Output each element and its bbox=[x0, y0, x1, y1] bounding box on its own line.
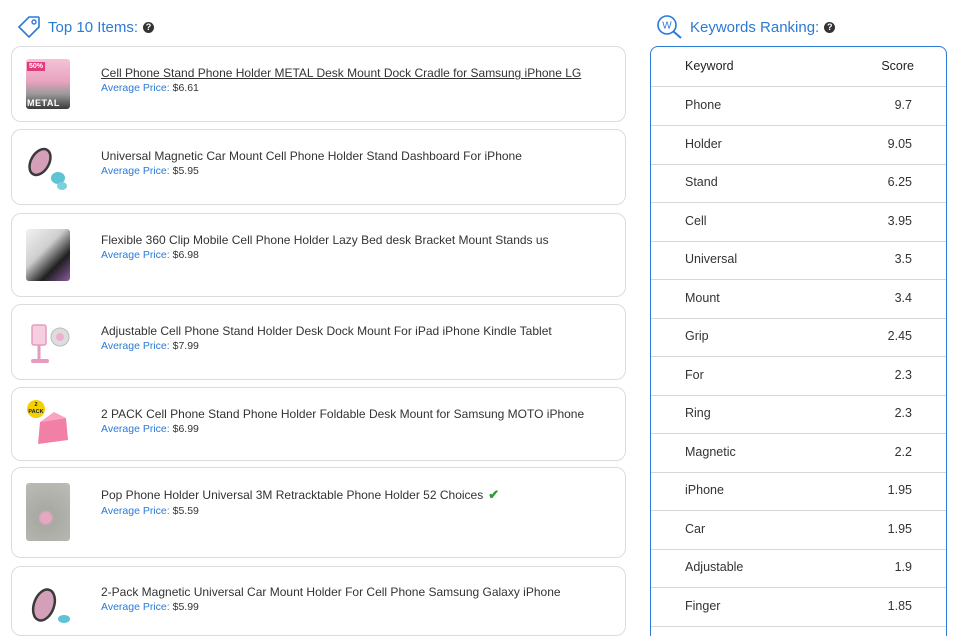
score-cell: 2.45 bbox=[887, 329, 912, 344]
tag-icon bbox=[17, 16, 40, 39]
item-thumbnail[interactable] bbox=[26, 579, 70, 623]
item-thumbnail[interactable] bbox=[26, 483, 70, 541]
table-row: Magnetic 2.2 bbox=[651, 433, 946, 473]
keywords-table: Keyword Score Phone 9.7 Holder 9.05 Stand 6… bbox=[650, 46, 947, 636]
keywords-ranking-title-text: Keywords Ranking: bbox=[690, 18, 820, 36]
keyword-cell: Holder bbox=[685, 137, 722, 152]
score-cell: 1.95 bbox=[887, 522, 912, 537]
keyword-cell: For bbox=[685, 368, 704, 383]
thumbnail-caption: METAL bbox=[27, 98, 60, 108]
keyword-cell: Mount bbox=[685, 291, 720, 306]
item-card[interactable]: 2-Pack Magnetic Universal Car Mount Hold… bbox=[11, 566, 626, 636]
table-row: iPhone 1.95 bbox=[651, 471, 946, 511]
price-value: $6.99 bbox=[172, 423, 199, 435]
item-thumbnail[interactable]: 50% METAL bbox=[26, 59, 70, 109]
item-card[interactable]: Flexible 360 Clip Mobile Cell Phone Hold… bbox=[11, 213, 626, 297]
table-row: Phone 9.7 bbox=[651, 86, 946, 126]
score-cell: 9.7 bbox=[894, 98, 912, 113]
price-value: $5.59 bbox=[172, 505, 199, 517]
score-cell: 3.5 bbox=[894, 252, 912, 267]
score-cell: 3.4 bbox=[894, 291, 912, 306]
score-cell: 3.95 bbox=[887, 214, 912, 229]
table-row: For 2.3 bbox=[651, 356, 946, 396]
table-row: Finger 1.85 bbox=[651, 587, 946, 627]
item-title[interactable]: Universal Magnetic Car Mount Cell Phone … bbox=[101, 149, 615, 163]
price-label: Average Price: bbox=[101, 423, 170, 435]
item-title-link[interactable]: Cell Phone Stand Phone Holder METAL Desk… bbox=[101, 66, 615, 80]
price-value: $7.99 bbox=[172, 340, 199, 352]
keyword-cell: Universal bbox=[685, 252, 738, 267]
help-icon[interactable]: ? bbox=[143, 21, 155, 33]
table-row: Car 1.95 bbox=[651, 510, 946, 550]
top-items-title-text: Top 10 Items: bbox=[48, 18, 139, 36]
price-value: $6.98 bbox=[172, 249, 199, 261]
item-thumbnail[interactable] bbox=[26, 140, 70, 194]
price-value: $5.99 bbox=[172, 601, 199, 613]
item-title[interactable]: Adjustable Cell Phone Stand Holder Desk … bbox=[101, 324, 615, 338]
table-row: Universal 3.5 bbox=[651, 240, 946, 280]
keyword-cell: Grip bbox=[685, 329, 709, 344]
keyword-cell: Finger bbox=[685, 599, 721, 614]
keyword-cell: Phone bbox=[685, 98, 722, 113]
item-card[interactable]: Universal Magnetic Car Mount Cell Phone … bbox=[11, 129, 626, 205]
price-label: Average Price: bbox=[101, 601, 170, 613]
table-row: Mount 3.4 bbox=[651, 279, 946, 319]
table-row: Ring 2.3 bbox=[651, 394, 946, 434]
price-label: Average Price: bbox=[101, 82, 170, 94]
keyword-cell: Stand bbox=[685, 175, 718, 190]
item-title[interactable]: Flexible 360 Clip Mobile Cell Phone Hold… bbox=[101, 233, 615, 247]
keyword-cell: Car bbox=[685, 522, 706, 537]
keyword-cell: Cell bbox=[685, 214, 707, 229]
price-value: $6.61 bbox=[172, 82, 199, 94]
item-card[interactable]: Pop Phone Holder Universal 3M Retracktab… bbox=[11, 467, 626, 558]
keywords-ranking-title: W Keywords Ranking: ? bbox=[656, 14, 836, 40]
discount-badge: 50% bbox=[27, 62, 46, 71]
table-row: Grip 2.45 bbox=[651, 317, 946, 357]
score-cell: 2.2 bbox=[894, 445, 912, 460]
score-cell: 2.3 bbox=[894, 368, 912, 383]
item-card[interactable]: 2 PACK 2 PACK Cell Phone Stand Phone Hol… bbox=[11, 387, 626, 461]
item-title[interactable]: Pop Phone Holder Universal 3M Retracktab… bbox=[101, 488, 483, 502]
table-row: Stand 6.25 bbox=[651, 163, 946, 203]
column-header-score[interactable]: Score bbox=[881, 59, 914, 73]
keyword-cell: Ring bbox=[685, 406, 711, 421]
keyword-cell: Adjustable bbox=[685, 560, 744, 575]
keyword-icon-letter: W bbox=[662, 21, 672, 32]
item-card[interactable]: 50% METAL Cell Phone Stand Phone Holder … bbox=[11, 46, 626, 122]
keyword-cell: Magnetic bbox=[685, 445, 736, 460]
price-label: Average Price: bbox=[101, 340, 170, 352]
table-row: Cell 3.95 bbox=[651, 202, 946, 242]
item-thumbnail[interactable] bbox=[26, 315, 70, 369]
item-thumbnail[interactable] bbox=[26, 229, 70, 281]
check-icon: ✔ bbox=[488, 487, 500, 502]
top-items-title: Top 10 Items: ? bbox=[16, 14, 155, 40]
help-icon[interactable]: ? bbox=[824, 21, 836, 33]
pack-badge: 2 PACK bbox=[28, 402, 44, 415]
keyword-search-icon: W bbox=[657, 15, 682, 39]
table-row: Adjustable 1.9 bbox=[651, 548, 946, 588]
keyword-cell: iPhone bbox=[685, 483, 724, 498]
table-row: Holder 9.05 bbox=[651, 125, 946, 165]
price-label: Average Price: bbox=[101, 505, 170, 517]
price-label: Average Price: bbox=[101, 249, 170, 261]
score-cell: 1.9 bbox=[894, 560, 912, 575]
keywords-table-header: Keyword Score bbox=[651, 47, 946, 87]
score-cell: 6.25 bbox=[887, 175, 912, 190]
item-title[interactable]: 2 PACK Cell Phone Stand Phone Holder Fol… bbox=[101, 407, 615, 421]
item-title[interactable]: 2-Pack Magnetic Universal Car Mount Hold… bbox=[101, 585, 615, 599]
item-thumbnail[interactable]: 2 PACK bbox=[26, 398, 70, 450]
price-value: $5.95 bbox=[172, 165, 199, 177]
score-cell: 9.05 bbox=[887, 137, 912, 152]
item-card[interactable]: Adjustable Cell Phone Stand Holder Desk … bbox=[11, 304, 626, 380]
price-label: Average Price: bbox=[101, 165, 170, 177]
score-cell: 1.95 bbox=[887, 483, 912, 498]
column-header-keyword[interactable]: Keyword bbox=[685, 59, 734, 73]
score-cell: 1.85 bbox=[887, 599, 912, 614]
score-cell: 2.3 bbox=[894, 406, 912, 421]
